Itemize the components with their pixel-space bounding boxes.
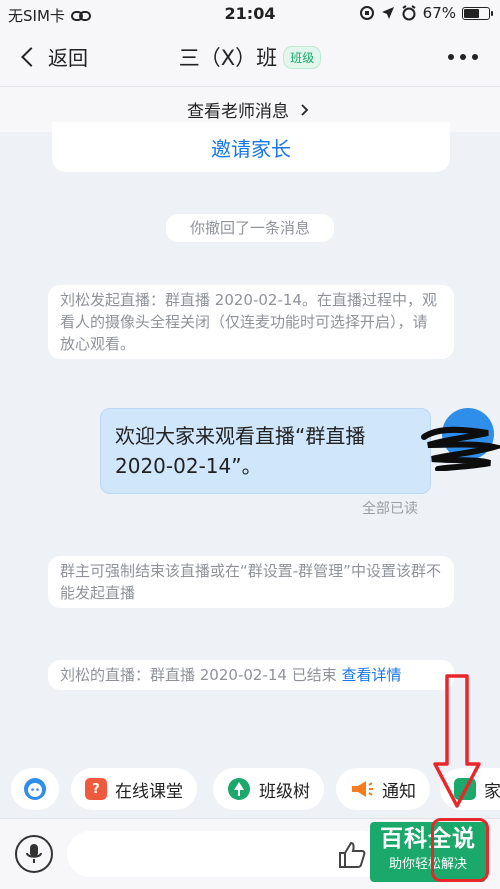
live-end-notice: 刘松的直播：群直播 2020-02-14 已结束 查看详情 [48, 660, 454, 690]
more-dot-icon [460, 54, 466, 60]
tree-icon [228, 778, 250, 800]
down-arrow-icon [433, 674, 481, 808]
force-end-notice: 群主可强制结束该直播或在“群设置-群管理”中设置该群不能发起直播 [48, 556, 454, 608]
message-bubble[interactable]: 欢迎大家来观看直播“群直播 2020-02-14”。 [100, 408, 431, 494]
invite-parents-button[interactable]: 邀请家长 [52, 122, 450, 172]
read-status: 全部已读 [362, 501, 418, 517]
rotation-lock-icon [359, 6, 374, 20]
redaction-scribble [421, 426, 500, 471]
online-class-icon: ? [85, 778, 107, 800]
more-dot-icon [472, 54, 478, 60]
chevron-right-icon [301, 103, 309, 116]
microphone-icon [26, 844, 42, 863]
notice-button[interactable]: 通知 [336, 768, 430, 810]
message-line: 2020-02-14”。 [115, 454, 262, 478]
chip-label: 通知 [382, 781, 416, 802]
live-start-notice: 刘松发起直播：群直播 2020-02-14。在直播过程中，观看人的摄像头全程关闭… [48, 285, 454, 359]
more-button[interactable] [448, 54, 478, 60]
assistant-icon [24, 778, 46, 800]
quick-action-toolbar: ? 在线课堂 班级树 通知 家 [0, 762, 500, 818]
nav-title-group: 三（X）班 班级 [0, 42, 500, 72]
battery-fill [464, 8, 479, 18]
status-bar: 无SIM卡 21:04 67% [0, 0, 500, 28]
assistant-button[interactable] [11, 768, 59, 810]
location-icon [381, 7, 394, 19]
battery-percent: 67% [422, 4, 456, 22]
message-line: 欢迎大家来观看直播“群直播 [115, 424, 366, 448]
voice-button[interactable] [15, 835, 53, 873]
highlight-box [431, 818, 489, 882]
page-title: 三（X）班 [178, 46, 278, 70]
invite-label: 邀请家长 [211, 136, 291, 161]
chip-label: 班级树 [259, 781, 310, 802]
nav-bar: 返回 三（X）班 班级 [0, 28, 500, 86]
chip-label: 在线课堂 [115, 781, 183, 802]
more-dot-icon [448, 54, 454, 60]
alarm-icon [402, 5, 416, 21]
class-tree-button[interactable]: 班级树 [213, 768, 324, 810]
battery-icon [462, 6, 493, 20]
megaphone-icon [352, 781, 373, 797]
chip-label: 家 [484, 781, 500, 802]
recall-notice: 你撤回了一条消息 [166, 214, 334, 242]
live-end-text: 刘松的直播：群直播 2020-02-14 已结束 [60, 666, 342, 684]
online-class-button[interactable]: ? 在线课堂 [71, 768, 197, 810]
view-details-link[interactable]: 查看详情 [341, 666, 401, 684]
status-right: 67% [359, 4, 493, 22]
thumbs-up-icon[interactable] [336, 839, 368, 871]
class-badge: 班级 [283, 45, 322, 69]
teacher-bar-label: 查看老师消息 [187, 102, 289, 122]
